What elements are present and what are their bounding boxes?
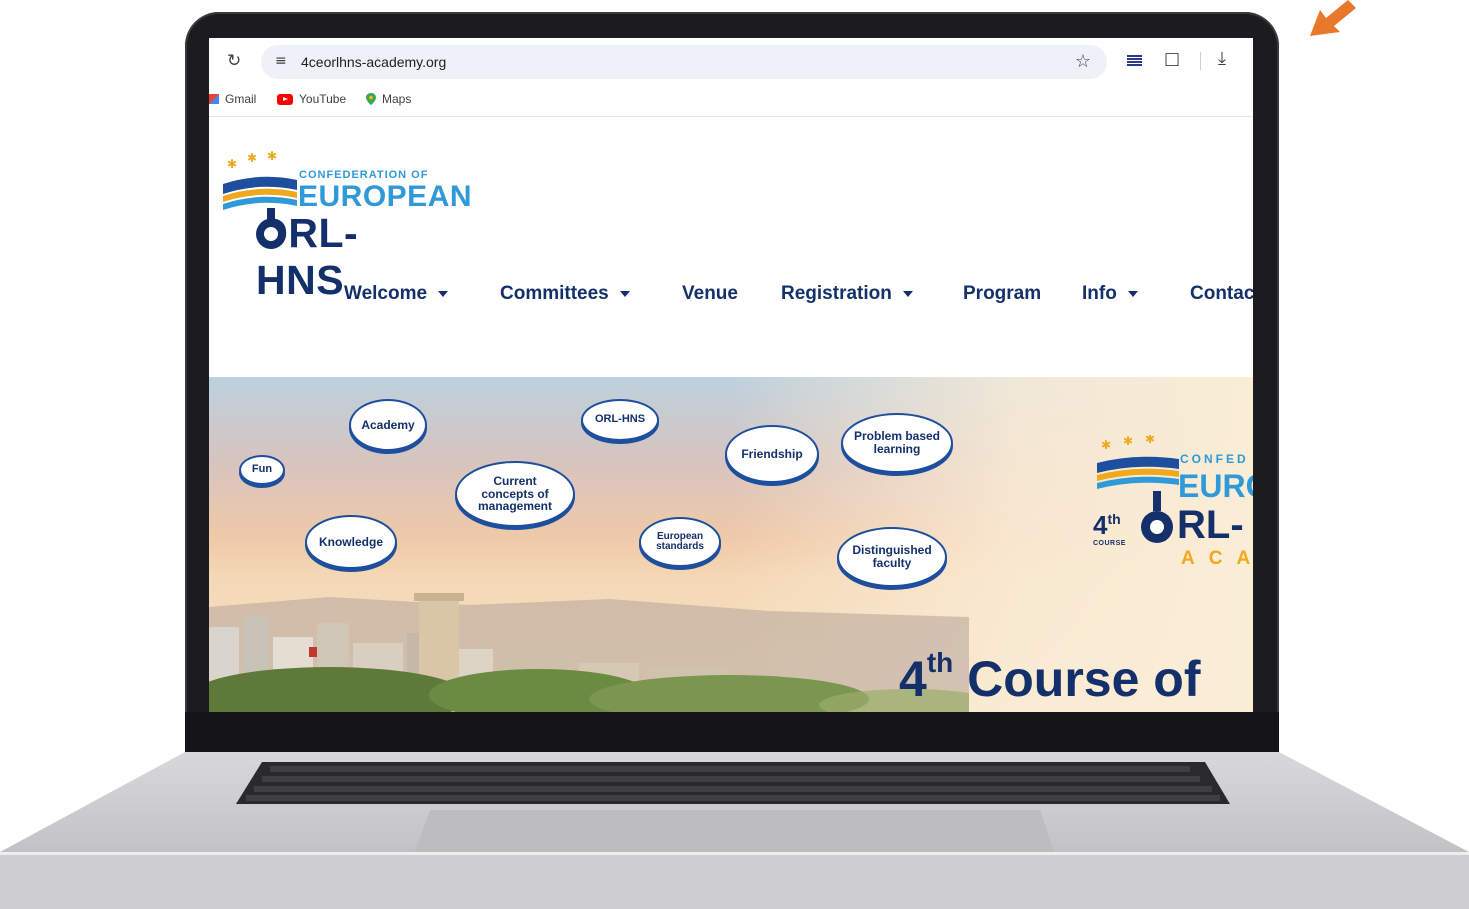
bookmark-gmail[interactable]: Gmail	[209, 92, 256, 106]
logo-line-3: OORL-HNS	[256, 210, 358, 303]
nav-contact[interactable]: Contac	[1190, 283, 1253, 305]
cloud-friendship: Friendship	[725, 425, 819, 483]
browser-toolbar: ↻ ≡ 4ceorlhns-academy.org ☆ □ ⤓	[209, 38, 1253, 84]
course-sup: th	[1107, 511, 1121, 527]
extension-flag-icon[interactable]	[1127, 55, 1142, 66]
cloud-label: Academy	[361, 417, 415, 432]
nav-label: Registration	[781, 283, 892, 304]
hero-logo-euro: EURO	[1178, 468, 1253, 504]
bookmark-label: Gmail	[225, 92, 257, 106]
bookmark-label: Maps	[382, 92, 412, 106]
download-icon[interactable]: ⤓	[1218, 48, 1226, 69]
hero-title: 4th Course of	[899, 647, 1201, 708]
svg-text:✱: ✱	[1145, 435, 1155, 446]
reload-icon[interactable]: ↻	[227, 51, 241, 71]
hero-banner: Academy ORL-HNS Friendship Problem based…	[209, 377, 1253, 712]
hero-logo-orl: RL-	[1177, 503, 1244, 547]
svg-text:✱: ✱	[247, 151, 257, 165]
caret-down-icon	[1127, 290, 1138, 297]
cloud-label: Fun	[251, 463, 273, 476]
cloud-label: Distinguished faculty	[852, 543, 932, 570]
svg-text:✱: ✱	[227, 157, 237, 171]
cloud-knowledge: Knowledge	[305, 515, 397, 569]
hero-title-rest: Course of	[953, 651, 1201, 707]
cloud-label: ORL-HNS	[594, 413, 646, 426]
hero-title-num: 4	[899, 651, 927, 707]
address-bar[interactable]: ≡ 4ceorlhns-academy.org ☆	[261, 45, 1107, 79]
nav-committees[interactable]: Committees	[500, 283, 630, 305]
site-settings-icon[interactable]: ≡	[275, 53, 287, 69]
laptop-bezel	[185, 712, 1279, 757]
gmail-icon	[209, 94, 219, 104]
cloud-fun: Fun	[239, 455, 285, 485]
hero-course-number: 4th COURSE	[1093, 510, 1125, 547]
cloud-label: European standards	[656, 530, 704, 552]
hero-title-sup: th	[926, 647, 954, 679]
nav-program[interactable]: Program	[963, 283, 1041, 305]
cloud-label: Friendship	[741, 446, 803, 461]
nav-registration[interactable]: Registration	[781, 283, 913, 305]
nav-label: Welcome	[344, 283, 428, 304]
browser-window: ↻ ≡ 4ceorlhns-academy.org ☆ □ ⤓ Gmail Yo…	[209, 38, 1253, 712]
bookmark-label: YouTube	[299, 92, 347, 106]
youtube-icon	[277, 93, 293, 105]
nav-label: Program	[963, 283, 1042, 304]
nav-label: Contac	[1190, 283, 1253, 304]
nav-info[interactable]: Info	[1082, 283, 1138, 305]
cloud-european-standards: European standards	[639, 517, 721, 567]
main-navigation: Welcome Committees Venue Registration Pr…	[209, 275, 1253, 315]
bookmark-youtube[interactable]: YouTube	[277, 92, 346, 106]
laptop-mockup: ↻ ≡ 4ceorlhns-academy.org ☆ □ ⤓ Gmail Yo…	[0, 0, 1469, 909]
bookmarks-bar: Gmail YouTube Maps	[209, 84, 1253, 117]
svg-text:✱: ✱	[267, 150, 277, 163]
cloud-distinguished-faculty: Distinguished faculty	[837, 527, 947, 587]
bookmark-star-icon[interactable]: ☆	[1075, 51, 1091, 72]
web-page: ✱ ✱ ✱ CONFEDERATION OF EUROPEAN OORL-HNS…	[209, 117, 1253, 712]
svg-text:✱: ✱	[1123, 435, 1133, 448]
svg-text:✱: ✱	[1101, 438, 1111, 452]
hero-logo-confed: CONFED	[1180, 452, 1249, 466]
caret-down-icon	[902, 290, 913, 297]
hero-logo-academy: ACA	[1181, 548, 1250, 569]
laptop-base	[0, 752, 1469, 909]
logo-line-2: EUROPEAN	[298, 180, 473, 213]
toolbar-divider	[1200, 52, 1201, 70]
nav-welcome[interactable]: Welcome	[344, 283, 449, 305]
cloud-label: Current concepts of management	[477, 474, 553, 514]
puzzle-extensions-icon[interactable]: □	[1164, 49, 1180, 69]
nav-venue[interactable]: Venue	[682, 283, 738, 305]
course-num: 4	[1093, 510, 1108, 540]
cloud-academy: Academy	[349, 399, 427, 451]
url-text[interactable]: 4ceorlhns-academy.org	[301, 54, 446, 70]
cloud-orl-hns: ORL-HNS	[581, 399, 659, 441]
nav-label: Committees	[500, 283, 609, 304]
cloud-label: Knowledge	[318, 534, 383, 549]
caret-down-icon	[619, 290, 630, 297]
course-label: COURSE	[1093, 540, 1126, 547]
hero-course-logo: ✱ ✱ ✱ CONFED EURO RL- ACA	[1091, 435, 1253, 575]
cloud-problem-based-learning: Problem based learning	[841, 413, 953, 473]
caret-down-icon	[438, 290, 449, 297]
city-skyline-image	[209, 593, 969, 712]
nav-label: Venue	[682, 283, 738, 304]
bookmark-maps[interactable]: Maps	[366, 92, 411, 106]
site-logo[interactable]: ✱ ✱ ✱ CONFEDERATION OF EUROPEAN OORL-HNS	[221, 150, 481, 303]
nav-label: Info	[1082, 283, 1117, 304]
cloud-label: Problem based learning	[853, 429, 941, 456]
maps-pin-icon	[366, 93, 376, 105]
cloud-current-concepts: Current concepts of management	[455, 461, 575, 527]
